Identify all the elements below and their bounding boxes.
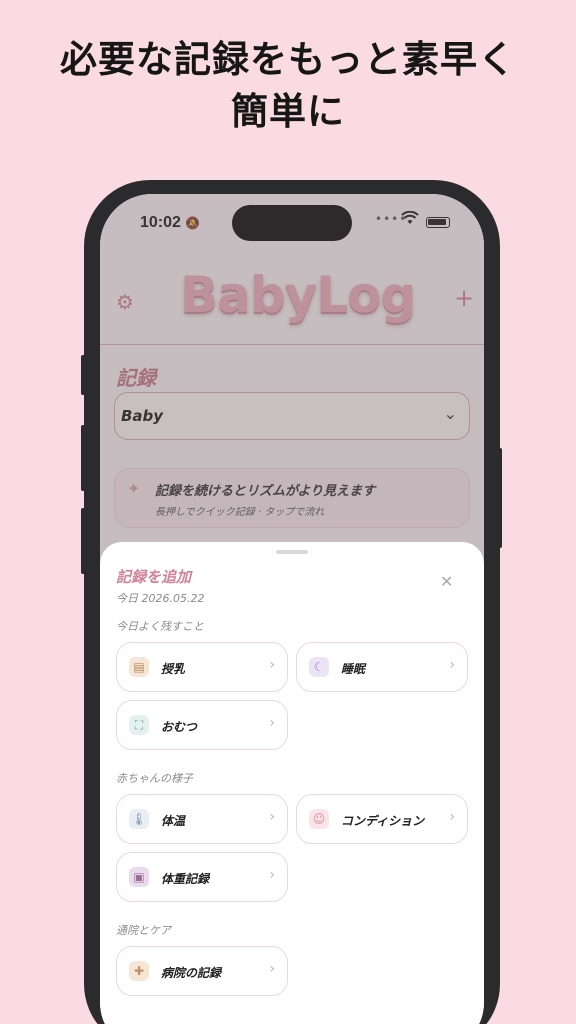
diaper-icon: ⛶ — [129, 715, 149, 735]
chevron-right-icon: › — [269, 867, 275, 883]
sheet-title: 記録を追加 — [116, 568, 192, 586]
record-card-weight[interactable]: ▣ 体重記録 › — [116, 852, 288, 902]
thermometer-icon: 🌡 — [129, 809, 149, 829]
phone-frame: 10:02 🔕 •••• ⚙ BabyLog + 記録 Baby ⌄ ✦ 記録を… — [84, 180, 500, 1024]
record-card-label: 授乳 — [161, 662, 186, 676]
record-card-temperature[interactable]: 🌡 体温 › — [116, 794, 288, 844]
group-label-daily: 今日よく残すこと — [116, 620, 204, 633]
close-icon[interactable]: ✕ — [440, 572, 453, 591]
chevron-right-icon: › — [269, 715, 275, 731]
record-card-sleep[interactable]: ☾ 睡眠 › — [296, 642, 468, 692]
record-card-condition[interactable]: ☺ コンディション › — [296, 794, 468, 844]
sheet-date: 今日 2026.05.22 — [116, 592, 205, 605]
headline-line-2: 簡単に — [231, 90, 345, 133]
add-record-sheet: 記録を追加 今日 2026.05.22 ✕ 今日よく残すこと ▤ 授乳 › ☾ … — [100, 542, 484, 1024]
chevron-right-icon: › — [449, 657, 455, 673]
record-card-label: おむつ — [161, 720, 198, 734]
group-label-condition: 赤ちゃんの様子 — [116, 772, 193, 785]
sheet-handle[interactable] — [276, 550, 308, 554]
phone-screen: 10:02 🔕 •••• ⚙ BabyLog + 記録 Baby ⌄ ✦ 記録を… — [100, 194, 484, 1024]
record-card-label: 病院の記録 — [161, 966, 222, 980]
bottle-icon: ▤ — [129, 657, 149, 677]
chevron-right-icon: › — [269, 657, 275, 673]
moon-icon: ☾ — [309, 657, 329, 677]
chevron-right-icon: › — [269, 809, 275, 825]
record-card-hospital[interactable]: ✚ 病院の記録 › — [116, 946, 288, 996]
medical-cross-icon: ✚ — [129, 961, 149, 981]
scale-icon: ▣ — [129, 867, 149, 887]
headline: 必要な記録をもっと素早く 簡単に — [0, 34, 576, 138]
chevron-right-icon: › — [449, 809, 455, 825]
record-card-diaper[interactable]: ⛶ おむつ › — [116, 700, 288, 750]
chevron-right-icon: › — [269, 961, 275, 977]
record-card-label: 体重記録 — [161, 872, 210, 886]
record-card-label: 体温 — [161, 814, 186, 828]
record-card-label: 睡眠 — [341, 662, 366, 676]
group-label-care: 通院とケア — [116, 924, 171, 937]
record-card-feeding[interactable]: ▤ 授乳 › — [116, 642, 288, 692]
smiley-icon: ☺ — [309, 809, 329, 829]
headline-line-1: 必要な記録をもっと素早く — [60, 38, 516, 81]
record-card-label: コンディション — [341, 814, 425, 828]
